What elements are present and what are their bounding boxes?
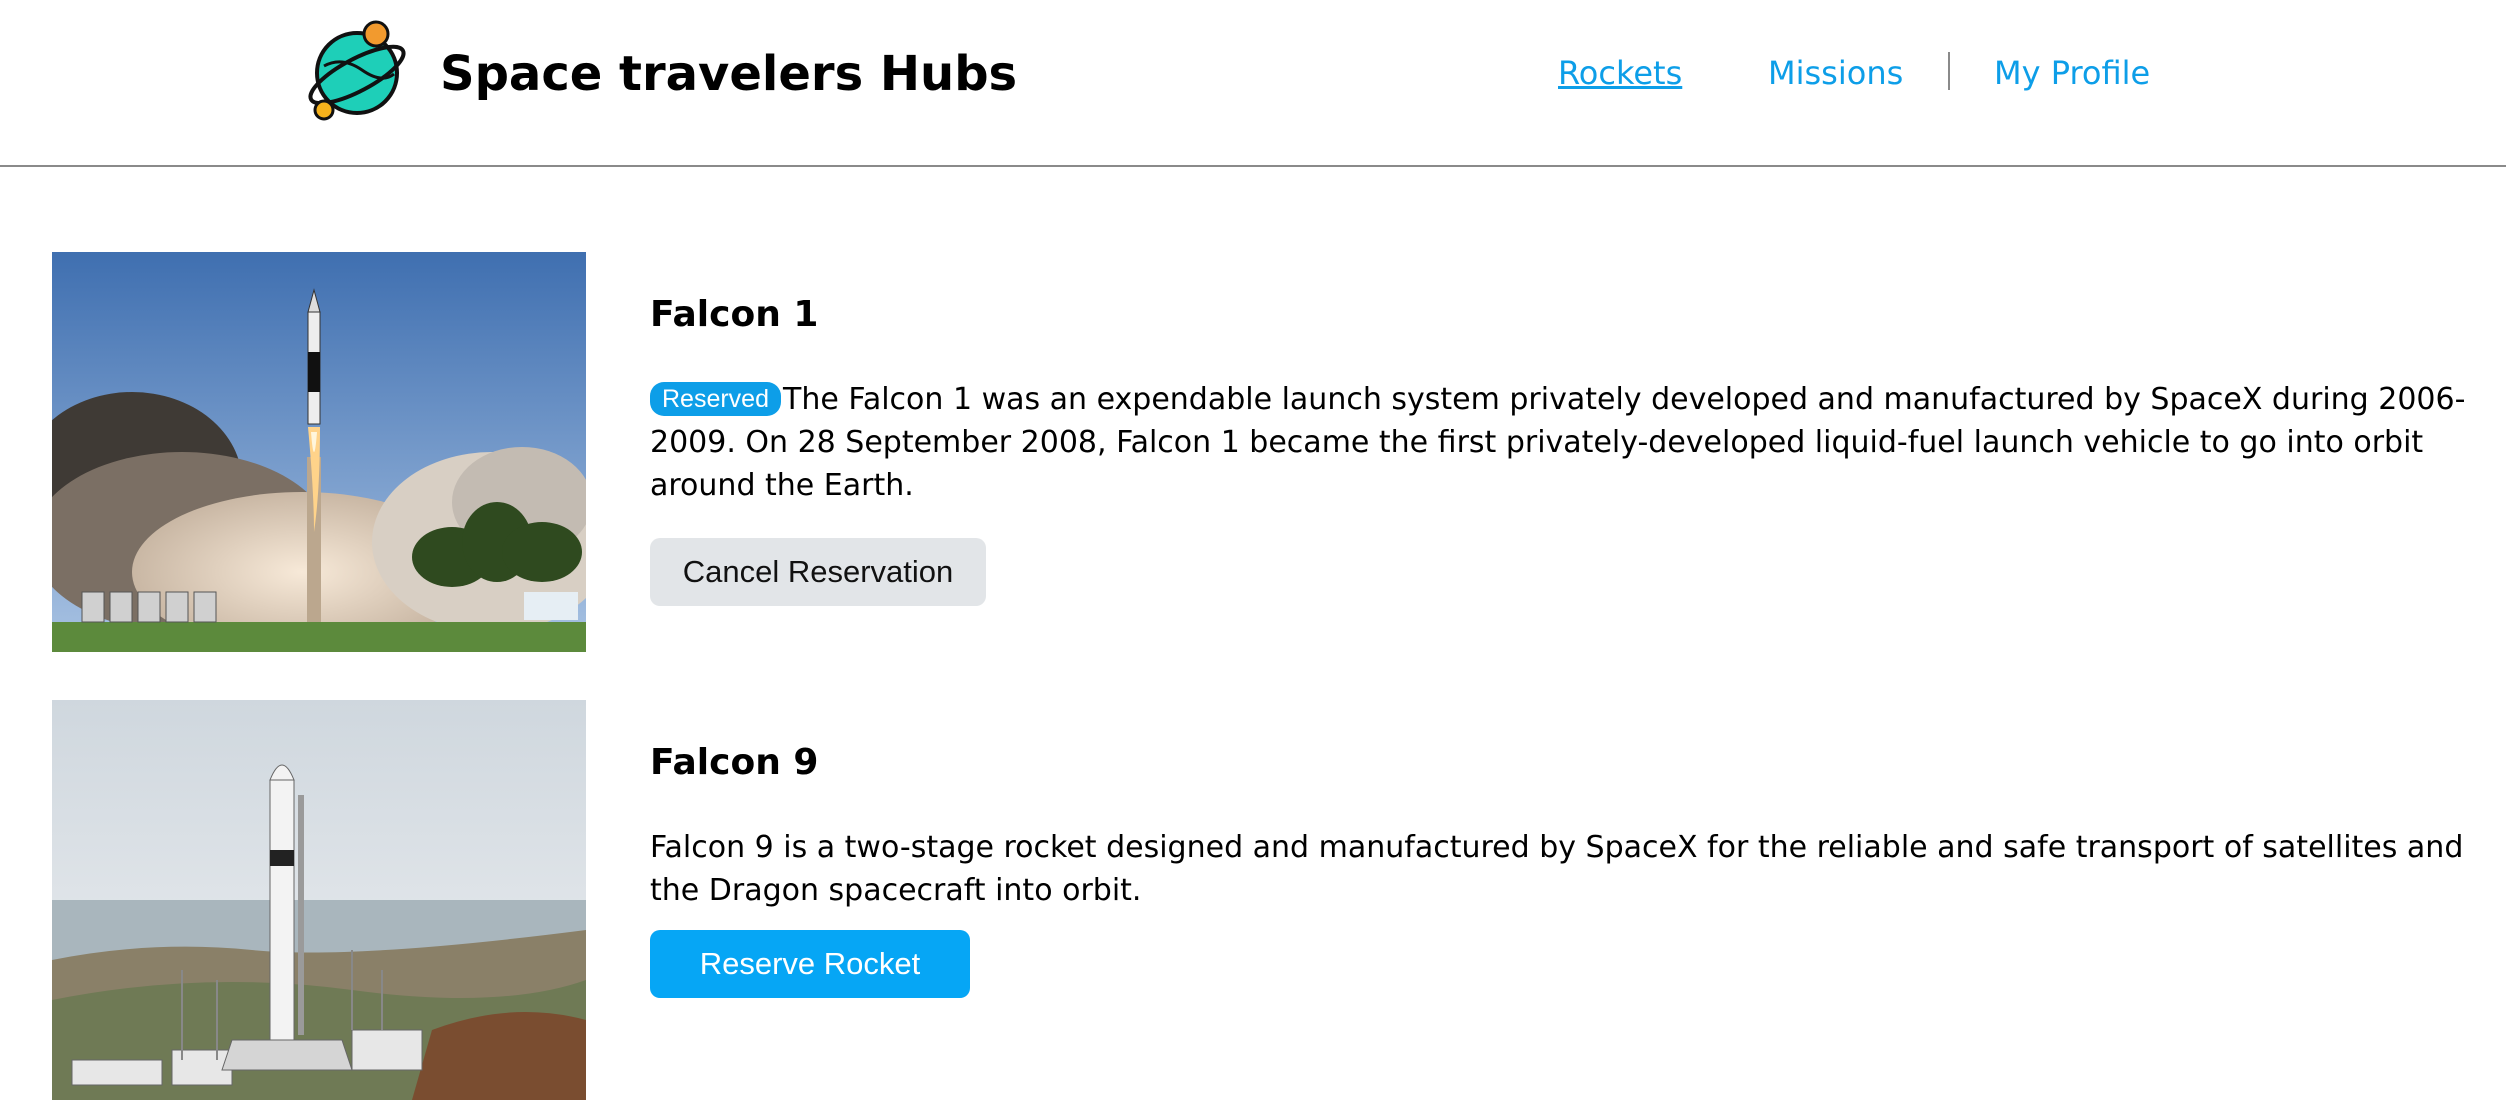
nav-divider <box>1948 52 1950 90</box>
nav-link-missions[interactable]: Missions <box>1768 54 1903 92</box>
app-header: Space travelers Hubs Rockets Missions My… <box>0 0 2506 167</box>
cancel-reservation-button[interactable]: Cancel Reservation <box>650 538 986 606</box>
rocket-description-text: The Falcon 1 was an expendable launch sy… <box>650 382 2466 503</box>
rocket-name: Falcon 1 <box>650 294 819 335</box>
reserve-rocket-button[interactable]: Reserve Rocket <box>650 930 970 998</box>
nav-link-my-profile[interactable]: My Profile <box>1994 54 2150 92</box>
rocket-name: Falcon 9 <box>650 742 819 783</box>
nav-link-rockets[interactable]: Rockets <box>1558 54 1682 92</box>
rocket-description: Reserved The Falcon 1 was an expendable l… <box>650 378 2490 507</box>
rocket-pad-image <box>52 700 586 1100</box>
planet-icon[interactable] <box>302 18 412 128</box>
rocket-description: Falcon 9 is a two-stage rocket designed … <box>650 830 2464 908</box>
rocket-launch-image <box>52 252 586 652</box>
brand-title[interactable]: Space travelers Hubs <box>440 46 1017 102</box>
reserved-badge: Reserved <box>650 382 781 416</box>
